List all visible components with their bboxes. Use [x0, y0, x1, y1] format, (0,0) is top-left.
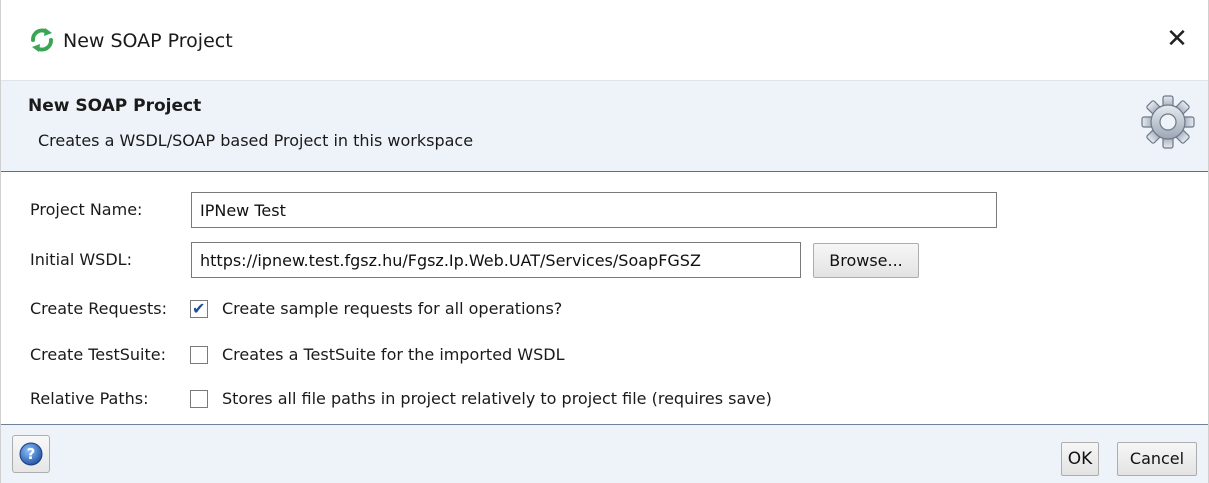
initial-wsdl-input[interactable]	[191, 242, 801, 278]
create-testsuite-checkbox[interactable]	[190, 346, 208, 364]
new-soap-project-dialog: New SOAP Project ✕ New SOAP Project Crea…	[0, 0, 1209, 483]
header-description: Creates a WSDL/SOAP based Project in thi…	[38, 131, 474, 150]
help-icon: ?	[19, 442, 43, 466]
title-bar: New SOAP Project ✕	[1, 0, 1208, 80]
window-title: New SOAP Project	[63, 30, 233, 52]
dialog-footer: ? OK Cancel	[1, 424, 1208, 483]
create-testsuite-label: Create TestSuite:	[30, 345, 167, 364]
project-name-label: Project Name:	[30, 200, 143, 219]
help-button[interactable]: ?	[12, 435, 50, 473]
gear-icon	[1141, 95, 1195, 149]
create-requests-checkbox[interactable]: ✔	[190, 299, 208, 318]
browse-button[interactable]: Browse...	[813, 243, 919, 278]
create-testsuite-checkbox-label[interactable]: Creates a TestSuite for the imported WSD…	[222, 342, 564, 368]
close-button[interactable]: ✕	[1160, 22, 1194, 56]
cancel-button[interactable]: Cancel	[1117, 442, 1197, 476]
relative-paths-checkbox-label[interactable]: Stores all file paths in project relativ…	[222, 386, 772, 412]
checkmark-icon: ✔	[192, 299, 206, 318]
svg-text:?: ?	[27, 445, 36, 463]
initial-wsdl-label: Initial WSDL:	[30, 250, 132, 269]
ok-button[interactable]: OK	[1061, 442, 1099, 476]
relative-paths-checkbox[interactable]	[190, 390, 208, 408]
create-requests-checkbox-label[interactable]: Create sample requests for all operation…	[222, 296, 562, 322]
header-title: New SOAP Project	[28, 96, 202, 116]
create-requests-label: Create Requests:	[30, 299, 167, 318]
relative-paths-label: Relative Paths:	[30, 389, 149, 408]
soapui-logo-icon	[31, 28, 53, 52]
project-name-input[interactable]	[191, 192, 997, 228]
dialog-header: New SOAP Project Creates a WSDL/SOAP bas…	[1, 80, 1208, 172]
